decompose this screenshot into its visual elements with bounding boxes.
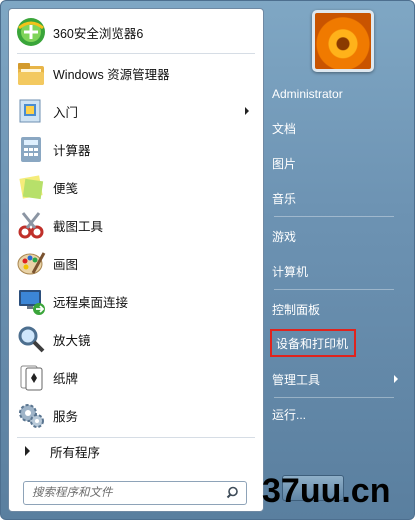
sticky-notes-icon (15, 171, 47, 203)
program-item-label: Windows 资源管理器 (53, 67, 170, 82)
remote-desktop-icon (15, 285, 47, 317)
program-item-calculator[interactable]: 计算器 (15, 131, 255, 167)
divider (274, 397, 394, 398)
places-item-computer[interactable]: 计算机 (272, 259, 402, 283)
submenu-arrow-icon (394, 375, 398, 383)
program-item-services[interactable]: 服务 (15, 397, 255, 433)
places-item-label: Administrator (272, 87, 343, 101)
program-item-label: 纸牌 (53, 371, 79, 386)
program-item-solitaire[interactable]: 纸牌 (15, 359, 255, 395)
all-programs-button[interactable]: 所有程序 (15, 439, 255, 463)
program-item-label: 服务 (53, 409, 79, 424)
program-item-label: 360安全浏览器6 (53, 26, 144, 41)
folder-explorer-icon (15, 57, 47, 89)
submenu-arrow-icon (245, 107, 249, 115)
places-item-label: 音乐 (272, 191, 297, 206)
places-item-documents[interactable]: 文档 (272, 116, 402, 140)
places-item-label: 游戏 (272, 229, 297, 244)
program-item-label: 入门 (53, 105, 79, 120)
program-item-label: 便笺 (53, 181, 79, 196)
program-item-magnifier[interactable]: 放大镜 (15, 321, 255, 357)
browser-360-icon (15, 16, 47, 48)
paint-palette-icon (15, 247, 47, 279)
program-item-snipping-tool[interactable]: 截图工具 (15, 207, 255, 243)
program-item-getting-started[interactable]: 入门 (15, 93, 255, 129)
program-item-360-browser[interactable]: 360安全浏览器6 (15, 14, 255, 50)
program-item-label: 截图工具 (53, 219, 104, 234)
places-item-games[interactable]: 游戏 (272, 224, 402, 248)
programs-panel: 360安全浏览器6 Windows 资源管理器 入门 计算器 便笺 截图工具 画… (8, 8, 264, 512)
search-input[interactable] (30, 483, 220, 503)
places-item-admin-tools[interactable]: 管理工具 (272, 367, 402, 391)
places-panel: Administrator 文档 图片 音乐 游戏 计算机 控制面板 设备和打印… (264, 8, 409, 513)
divider (274, 289, 394, 290)
watermark: 37uu.cn (262, 472, 391, 510)
program-item-label: 远程桌面连接 (53, 295, 129, 310)
solitaire-cards-icon (15, 361, 47, 393)
places-item-label: 设备和打印机 (276, 336, 349, 351)
places-item-label: 文档 (272, 121, 297, 136)
start-menu: 360安全浏览器6 Windows 资源管理器 入门 计算器 便笺 截图工具 画… (0, 0, 415, 520)
getting-started-icon (15, 95, 47, 127)
places-item-control-panel[interactable]: 控制面板 (272, 297, 402, 321)
magnifier-icon (15, 323, 47, 355)
services-gear-icon (15, 399, 47, 431)
places-item-pictures[interactable]: 图片 (272, 151, 402, 175)
calculator-icon (15, 133, 47, 165)
program-item-label: 画图 (53, 257, 79, 272)
program-item-windows-explorer[interactable]: Windows 资源管理器 (15, 55, 255, 91)
search-icon[interactable] (226, 485, 242, 501)
places-item-label: 控制面板 (272, 302, 321, 317)
places-item-run[interactable]: 运行... (272, 402, 402, 426)
divider (17, 53, 255, 54)
triangle-right-icon (25, 446, 30, 456)
scissors-icon (15, 209, 47, 241)
divider (17, 437, 255, 438)
program-item-remote-desktop[interactable]: 远程桌面连接 (15, 283, 255, 319)
program-item-label: 放大镜 (53, 333, 91, 348)
program-item-paint[interactable]: 画图 (15, 245, 255, 281)
places-item-music[interactable]: 音乐 (272, 186, 402, 210)
places-item-label: 图片 (272, 156, 297, 171)
places-item-administrator[interactable]: Administrator (272, 82, 402, 106)
search-box[interactable] (23, 481, 247, 505)
all-programs-label: 所有程序 (50, 445, 101, 460)
program-item-label: 计算器 (53, 143, 91, 158)
program-item-sticky-notes[interactable]: 便笺 (15, 169, 255, 205)
places-item-label: 运行... (272, 407, 307, 422)
places-item-devices-printers[interactable]: 设备和打印机 (270, 329, 356, 357)
places-item-label: 管理工具 (272, 372, 321, 387)
places-item-label: 计算机 (272, 264, 309, 279)
divider (274, 216, 394, 217)
